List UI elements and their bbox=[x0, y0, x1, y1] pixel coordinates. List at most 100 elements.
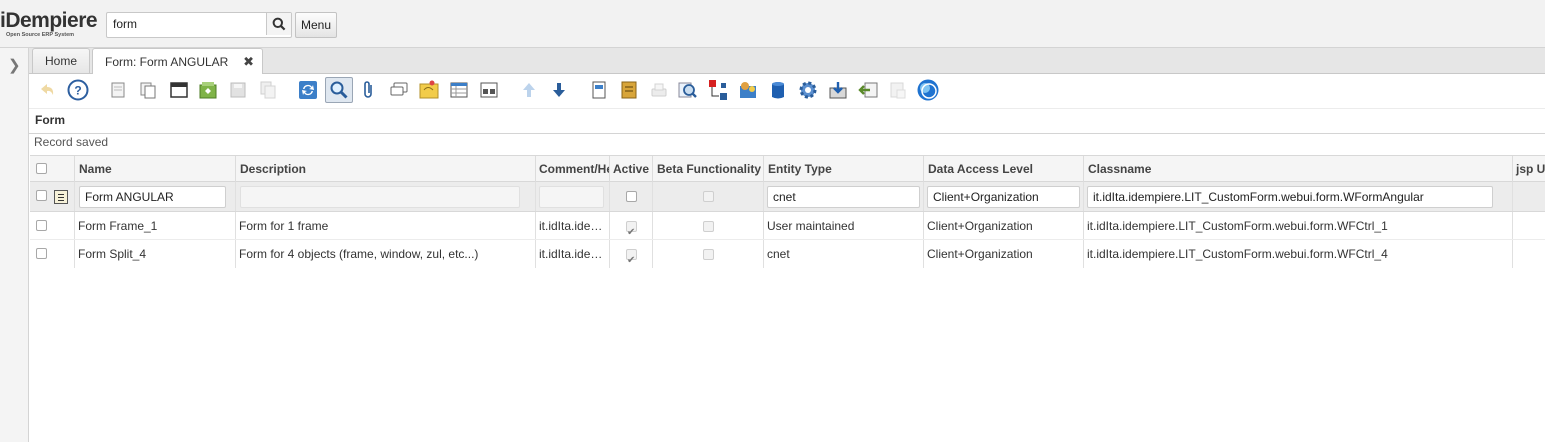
comment-help-cell[interactable]: it.idIta.ide… bbox=[536, 240, 610, 268]
column-header-classname[interactable]: Classname bbox=[1084, 156, 1513, 182]
name-input[interactable]: Form ANGULAR bbox=[79, 186, 226, 208]
column-header-entity-type[interactable]: Entity Type bbox=[764, 156, 924, 182]
select-all-checkbox[interactable] bbox=[36, 163, 47, 174]
window-toolbar: ? bbox=[29, 74, 1545, 106]
post-it-icon[interactable] bbox=[417, 78, 441, 102]
product-info-icon[interactable] bbox=[766, 78, 790, 102]
help-icon[interactable]: ? bbox=[66, 78, 90, 102]
name-cell[interactable]: Form Split_4 bbox=[75, 240, 236, 268]
row-select-checkbox[interactable] bbox=[36, 248, 47, 259]
row-select-cell bbox=[30, 182, 75, 211]
zoom-across-icon[interactable] bbox=[676, 78, 700, 102]
global-search-box bbox=[106, 12, 292, 38]
delete-icon[interactable] bbox=[256, 78, 280, 102]
column-header-data-access-level[interactable]: Data Access Level bbox=[924, 156, 1084, 182]
data-access-level-select[interactable]: Client+Organization bbox=[927, 186, 1080, 208]
active-workflows-icon[interactable] bbox=[706, 78, 730, 102]
column-header-description[interactable]: Description bbox=[236, 156, 536, 182]
find-icon[interactable] bbox=[325, 77, 353, 103]
beta-functionality-checkbox[interactable] bbox=[703, 249, 714, 260]
global-search-input[interactable] bbox=[107, 13, 271, 35]
column-header-active[interactable]: Active bbox=[610, 156, 653, 182]
comment-cell bbox=[536, 182, 610, 211]
save-icon[interactable] bbox=[226, 78, 250, 102]
active-checkbox[interactable] bbox=[626, 219, 637, 239]
chat-icon[interactable] bbox=[387, 78, 411, 102]
column-header-comment-help[interactable]: Comment/Help bbox=[536, 156, 610, 182]
active-checkbox[interactable] bbox=[626, 191, 637, 202]
data-access-level-cell[interactable]: Client+Organization bbox=[924, 212, 1084, 239]
idempiere-logo[interactable]: iDempiere Open Source ERP System bbox=[0, 9, 102, 39]
description-cell[interactable]: Form for 4 objects (frame, window, zul, … bbox=[236, 240, 536, 268]
close-tab-icon[interactable]: ✖ bbox=[243, 54, 254, 70]
comment-help-input[interactable] bbox=[539, 186, 604, 208]
column-header-jsp-url[interactable]: jsp URL bbox=[1513, 156, 1545, 182]
row-select-checkbox[interactable] bbox=[36, 220, 47, 231]
data-access-level-cell[interactable]: Client+Organization bbox=[924, 240, 1084, 268]
panel-title-bar: Form bbox=[29, 108, 1545, 134]
archive-icon[interactable] bbox=[617, 78, 641, 102]
table-row[interactable]: Form Split_4 Form for 4 objects (frame, … bbox=[30, 240, 1545, 268]
print-icon[interactable] bbox=[647, 78, 671, 102]
file-import-icon[interactable] bbox=[886, 78, 910, 102]
entity-type-cell[interactable]: User maintained bbox=[764, 212, 924, 239]
description-cell bbox=[236, 182, 536, 211]
jsp-url-cell bbox=[1513, 240, 1545, 268]
data-access-cell: Client+Organization bbox=[924, 182, 1084, 211]
next-record-icon[interactable] bbox=[547, 78, 571, 102]
description-cell[interactable]: Form for 1 frame bbox=[236, 212, 536, 239]
attachment-icon[interactable] bbox=[357, 78, 381, 102]
customize-icon[interactable] bbox=[196, 78, 220, 102]
logo-text: iDempiere bbox=[0, 9, 98, 32]
row-select-cell bbox=[30, 212, 75, 239]
beta-functionality-checkbox[interactable] bbox=[703, 221, 714, 232]
active-checkbox[interactable] bbox=[626, 247, 637, 268]
tab-form-angular[interactable]: Form: Form ANGULAR ✖ bbox=[92, 48, 263, 74]
expand-panel-icon[interactable]: ❯ bbox=[8, 56, 21, 74]
menu-button[interactable]: Menu bbox=[295, 12, 337, 38]
edit-record-icon[interactable] bbox=[54, 190, 68, 204]
row-select-checkbox[interactable] bbox=[36, 190, 47, 201]
refresh-icon[interactable] bbox=[296, 78, 320, 102]
column-header-name[interactable]: Name bbox=[75, 156, 236, 182]
name-cell: Form ANGULAR bbox=[75, 182, 236, 211]
previous-record-icon[interactable] bbox=[517, 78, 541, 102]
search-icon bbox=[272, 17, 286, 31]
undo-icon[interactable] bbox=[35, 78, 59, 102]
description-input[interactable] bbox=[240, 186, 520, 208]
comment-help-cell[interactable]: it.idIta.ide… bbox=[536, 212, 610, 239]
copy-record-icon[interactable] bbox=[136, 78, 160, 102]
grid-toggle-icon[interactable] bbox=[447, 78, 471, 102]
top-bar: iDempiere Open Source ERP System Menu bbox=[0, 0, 1545, 48]
toggle-grid-icon[interactable] bbox=[167, 78, 191, 102]
status-message: Record saved bbox=[34, 135, 109, 149]
name-cell[interactable]: Form Frame_1 bbox=[75, 212, 236, 239]
beta-cell bbox=[653, 240, 764, 268]
import-icon[interactable] bbox=[856, 78, 880, 102]
entity-type-input[interactable]: cnet bbox=[767, 186, 920, 208]
svg-text:?: ? bbox=[74, 84, 81, 98]
tab-form-angular-label: Form: Form ANGULAR bbox=[105, 54, 229, 69]
classname-cell: it.idIta.idempiere.LIT_CustomForm.webui.… bbox=[1084, 182, 1513, 211]
new-record-icon[interactable] bbox=[106, 78, 130, 102]
report-icon[interactable] bbox=[587, 78, 611, 102]
column-header-beta-functionality[interactable]: Beta Functionality bbox=[653, 156, 764, 182]
classname-cell[interactable]: it.idIta.idempiere.LIT_CustomForm.webui.… bbox=[1084, 240, 1513, 268]
table-row-editing[interactable]: Form ANGULAR cnet Client+Organization it… bbox=[30, 182, 1545, 212]
classname-input[interactable]: it.idIta.idempiere.LIT_CustomForm.webui.… bbox=[1087, 186, 1493, 208]
header-select-all bbox=[30, 156, 75, 182]
classname-cell[interactable]: it.idIta.idempiere.LIT_CustomForm.webui.… bbox=[1084, 212, 1513, 239]
search-button[interactable] bbox=[266, 13, 291, 35]
process-icon[interactable] bbox=[796, 78, 820, 102]
entity-type-cell[interactable]: cnet bbox=[764, 240, 924, 268]
beta-functionality-checkbox[interactable] bbox=[703, 191, 714, 202]
logo-subtitle: Open Source ERP System bbox=[6, 32, 75, 38]
detail-view-icon[interactable] bbox=[477, 78, 501, 102]
export-icon[interactable] bbox=[826, 78, 850, 102]
web-icon[interactable] bbox=[916, 78, 940, 102]
jsp-url-cell bbox=[1513, 212, 1545, 239]
entity-type-cell: cnet bbox=[764, 182, 924, 211]
table-row[interactable]: Form Frame_1 Form for 1 frame it.idIta.i… bbox=[30, 212, 1545, 240]
tab-home[interactable]: Home bbox=[32, 48, 90, 73]
requests-icon[interactable] bbox=[736, 78, 760, 102]
